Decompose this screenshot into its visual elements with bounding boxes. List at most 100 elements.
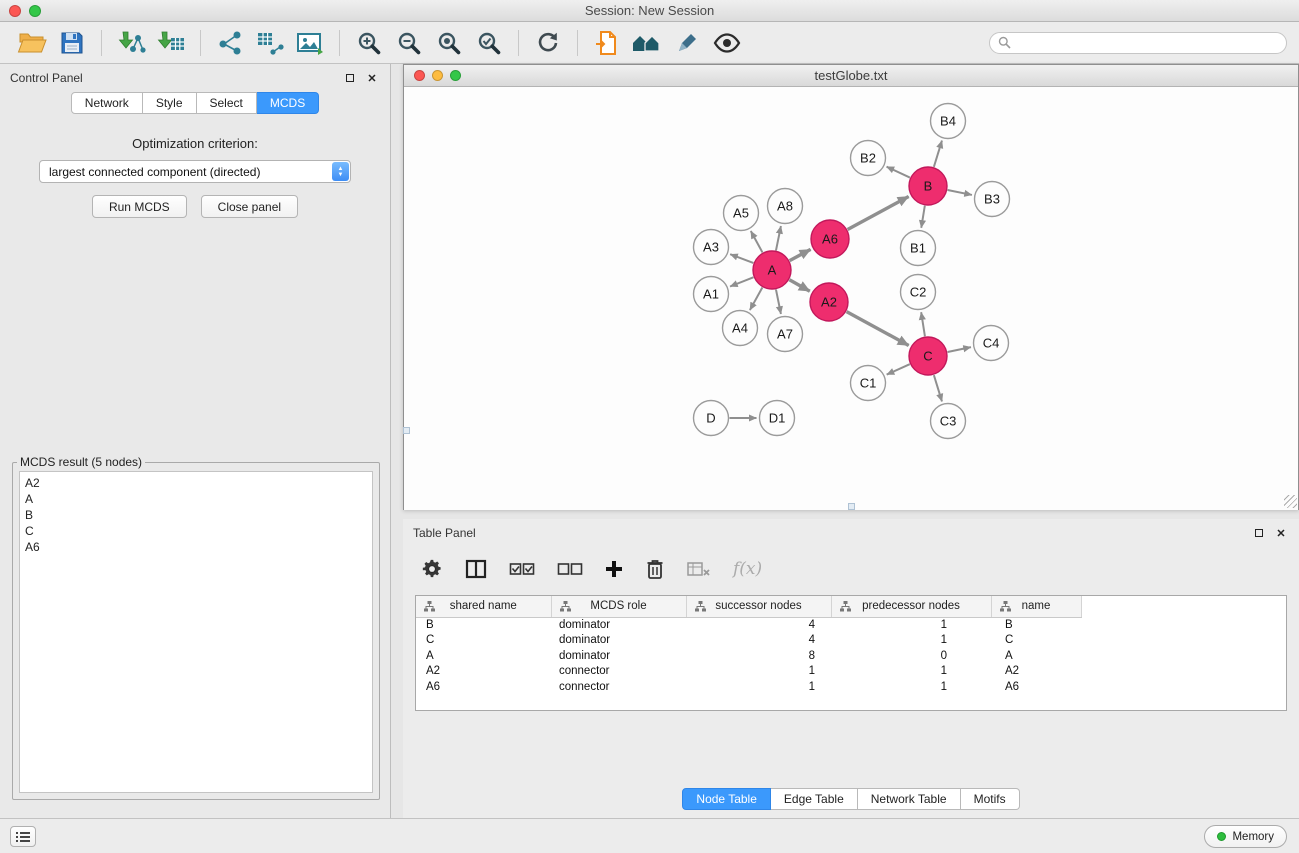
mcds-result-item[interactable]: A2 bbox=[25, 475, 367, 491]
node-B3[interactable]: B3 bbox=[975, 182, 1010, 217]
new-network-button[interactable] bbox=[210, 26, 250, 60]
criterion-dropdown[interactable]: largest connected component (directed) ▲… bbox=[39, 160, 351, 183]
float-panel-button[interactable] bbox=[342, 70, 358, 86]
close-panel-button-2[interactable]: Close panel bbox=[201, 195, 298, 218]
mcds-result-item[interactable]: A bbox=[25, 491, 367, 507]
home-button[interactable] bbox=[627, 26, 667, 60]
frame-handle[interactable] bbox=[848, 503, 855, 510]
open-session-button[interactable] bbox=[12, 26, 52, 60]
mcds-result-item[interactable]: C bbox=[25, 523, 367, 539]
add-column-button[interactable] bbox=[605, 554, 623, 584]
import-table-button[interactable] bbox=[151, 26, 191, 60]
node-A2[interactable]: A2 bbox=[810, 283, 848, 321]
tab-style[interactable]: Style bbox=[143, 92, 197, 114]
table-row[interactable]: A6connector11A6 bbox=[416, 679, 1081, 695]
tab-edge-table[interactable]: Edge Table bbox=[771, 788, 858, 810]
edge-C-C2[interactable] bbox=[921, 312, 925, 336]
node-A5[interactable]: A5 bbox=[724, 196, 759, 231]
zoom-in-button[interactable] bbox=[349, 26, 389, 60]
mcds-result-list[interactable]: A2ABCA6 bbox=[19, 471, 373, 793]
edge-A2-C[interactable] bbox=[847, 312, 909, 346]
minimize-network-button[interactable] bbox=[432, 70, 443, 81]
edge-B-B1[interactable] bbox=[921, 206, 925, 228]
table-row[interactable]: Bdominator41B bbox=[416, 617, 1081, 633]
edge-B-B2[interactable] bbox=[887, 167, 910, 178]
tab-network-table[interactable]: Network Table bbox=[858, 788, 961, 810]
mcds-result-item[interactable]: B bbox=[25, 507, 367, 523]
memory-button[interactable]: Memory bbox=[1204, 825, 1287, 848]
tab-select[interactable]: Select bbox=[197, 92, 257, 114]
node-C4[interactable]: C4 bbox=[974, 326, 1009, 361]
edge-A-A2[interactable] bbox=[789, 280, 809, 291]
open-document-button[interactable] bbox=[587, 26, 627, 60]
function-builder-button[interactable]: f(x) bbox=[733, 559, 762, 579]
run-mcds-button[interactable]: Run MCDS bbox=[92, 195, 187, 218]
annotate-button[interactable] bbox=[667, 26, 707, 60]
column-header-predecessor-nodes[interactable]: predecessor nodes bbox=[831, 596, 991, 617]
table-row[interactable]: Adominator80A bbox=[416, 648, 1081, 664]
zoom-out-button[interactable] bbox=[389, 26, 429, 60]
deselect-all-button[interactable] bbox=[557, 554, 583, 584]
close-panel-button[interactable]: ✕ bbox=[364, 70, 380, 86]
search-input[interactable] bbox=[1016, 36, 1278, 50]
edge-A-A6[interactable] bbox=[790, 249, 811, 260]
edge-A-A7[interactable] bbox=[776, 290, 781, 314]
node-B4[interactable]: B4 bbox=[931, 104, 966, 139]
table-row[interactable]: Cdominator41C bbox=[416, 633, 1081, 649]
node-C1[interactable]: C1 bbox=[851, 366, 886, 401]
import-network-button[interactable] bbox=[111, 26, 151, 60]
node-C[interactable]: C bbox=[909, 337, 947, 375]
column-header-shared-name[interactable]: shared name bbox=[416, 596, 551, 617]
edge-C-C4[interactable] bbox=[948, 347, 971, 352]
delete-table-button[interactable] bbox=[687, 554, 711, 584]
node-A7[interactable]: A7 bbox=[768, 317, 803, 352]
close-window-button[interactable] bbox=[9, 5, 21, 17]
node-B2[interactable]: B2 bbox=[851, 141, 886, 176]
new-network-table-button[interactable] bbox=[250, 26, 290, 60]
task-history-button[interactable] bbox=[10, 826, 36, 847]
close-network-button[interactable] bbox=[414, 70, 425, 81]
edge-C-C1[interactable] bbox=[887, 364, 910, 374]
table-settings-button[interactable] bbox=[421, 554, 443, 584]
node-D[interactable]: D bbox=[694, 401, 729, 436]
float-table-panel-button[interactable] bbox=[1251, 525, 1267, 541]
frame-handle[interactable] bbox=[403, 427, 410, 434]
mcds-result-item[interactable]: A6 bbox=[25, 539, 367, 555]
node-A[interactable]: A bbox=[753, 251, 791, 289]
zoom-network-button[interactable] bbox=[450, 70, 461, 81]
resize-grip[interactable] bbox=[1284, 495, 1297, 508]
node-A1[interactable]: A1 bbox=[694, 277, 729, 312]
edge-A6-B[interactable] bbox=[848, 196, 909, 229]
column-header-name[interactable]: name bbox=[991, 596, 1081, 617]
network-window-titlebar[interactable]: testGlobe.txt bbox=[404, 65, 1298, 87]
network-canvas[interactable]: B4 B2 B B3 A5 A8A6 B1 A3 A C2 A1 A2 A4 A7 C4 C C1 C3 D D1 bbox=[404, 87, 1298, 510]
edge-A-A1[interactable] bbox=[730, 277, 753, 286]
tab-node-table[interactable]: Node Table bbox=[682, 788, 771, 810]
node-A8[interactable]: A8 bbox=[768, 189, 803, 224]
zoom-window-button[interactable] bbox=[29, 5, 41, 17]
edge-A-A5[interactable] bbox=[751, 231, 763, 252]
column-header-MCDS-role[interactable]: MCDS role bbox=[551, 596, 686, 617]
node-C3[interactable]: C3 bbox=[931, 404, 966, 439]
select-all-button[interactable] bbox=[509, 554, 535, 584]
column-header-successor-nodes[interactable]: successor nodes bbox=[686, 596, 831, 617]
tab-mcds[interactable]: MCDS bbox=[257, 92, 319, 114]
node-C2[interactable]: C2 bbox=[901, 275, 936, 310]
show-columns-button[interactable] bbox=[465, 554, 487, 584]
node-A6[interactable]: A6 bbox=[811, 220, 849, 258]
delete-column-button[interactable] bbox=[645, 554, 665, 584]
edge-A-A8[interactable] bbox=[776, 226, 781, 250]
show-hide-button[interactable] bbox=[707, 26, 747, 60]
zoom-selected-button[interactable] bbox=[469, 26, 509, 60]
refresh-button[interactable] bbox=[528, 26, 568, 60]
tab-motifs[interactable]: Motifs bbox=[961, 788, 1020, 810]
node-B[interactable]: B bbox=[909, 167, 947, 205]
zoom-fit-button[interactable] bbox=[429, 26, 469, 60]
edge-A-A4[interactable] bbox=[750, 288, 762, 311]
node-A4[interactable]: A4 bbox=[723, 311, 758, 346]
node-A3[interactable]: A3 bbox=[694, 230, 729, 265]
edge-C-C3[interactable] bbox=[934, 375, 942, 401]
tab-network[interactable]: Network bbox=[71, 92, 143, 114]
node-B1[interactable]: B1 bbox=[901, 231, 936, 266]
node-D1[interactable]: D1 bbox=[760, 401, 795, 436]
